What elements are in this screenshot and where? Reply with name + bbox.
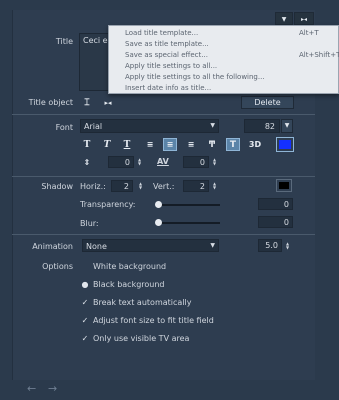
forward-arrow-icon[interactable]: →: [48, 382, 57, 395]
italic-icon[interactable]: T: [100, 138, 114, 151]
transparency-field[interactable]: 0: [258, 198, 293, 210]
options-label: Options: [42, 262, 73, 271]
horiz-stepper[interactable]: ▲ ▼: [137, 180, 144, 191]
kerning-stepper[interactable]: ▲ ▼: [211, 156, 218, 167]
underline-icon[interactable]: T: [120, 138, 134, 151]
shadow-color-fill: [279, 182, 289, 189]
kerning-label: AV: [157, 157, 169, 166]
separator: [12, 176, 315, 177]
horiz-label: Horiz.:: [80, 182, 106, 191]
animation-duration-field[interactable]: 5.0: [258, 239, 282, 252]
break-text-label: Break text automatically: [93, 298, 192, 307]
animation-duration-stepper[interactable]: ▲ ▼: [284, 240, 291, 251]
transparency-slider-knob[interactable]: [155, 201, 162, 208]
vertical-fit-icon[interactable]: ⌶: [80, 96, 94, 109]
white-background-label: White background: [93, 262, 167, 271]
menu-dropdown-button[interactable]: ▼: [275, 12, 293, 25]
font-color-swatch[interactable]: [276, 137, 294, 152]
chevron-down-icon: ▼: [210, 242, 215, 249]
menu-item-save-special-effect[interactable]: Save as special effect...: [125, 51, 208, 59]
font-family-select[interactable]: Arial ▼: [80, 119, 219, 133]
title-object-label: Title object: [28, 98, 73, 107]
font-size-dropdown[interactable]: ▼: [281, 119, 293, 133]
resize-button[interactable]: ▸◂: [294, 12, 314, 25]
blur-label: Blur:: [80, 219, 99, 228]
transparency-label: Transparency:: [80, 200, 136, 209]
align-right-icon[interactable]: ≡: [184, 138, 198, 151]
horizontal-fit-icon[interactable]: ▸◂: [101, 96, 115, 109]
menu-item-apply-to-following[interactable]: Apply title settings to all the followin…: [125, 73, 265, 81]
visible-tv-area-label: Only use visible TV area: [93, 334, 190, 343]
line-spacing-field[interactable]: 0: [108, 156, 134, 168]
animation-select[interactable]: None ▼: [82, 239, 219, 252]
menu-item-save-template[interactable]: Save as title template...: [125, 40, 209, 48]
font-label: Font: [55, 123, 73, 132]
menu-item-load-template[interactable]: Load title template...: [125, 29, 198, 37]
line-spacing-stepper[interactable]: ▲ ▼: [136, 156, 143, 167]
animation-label: Animation: [32, 242, 73, 251]
bold-icon[interactable]: T: [80, 138, 94, 151]
font-color-fill: [279, 140, 291, 149]
menu-shortcut: Alt+Shift+T: [299, 51, 339, 59]
align-left-icon[interactable]: ≡: [143, 138, 157, 151]
black-background-label: Black background: [93, 280, 165, 289]
blur-slider-track[interactable]: [158, 222, 220, 224]
shadow-label: Shadow: [41, 182, 73, 191]
shadow-text-icon[interactable]: T: [226, 138, 240, 151]
vert-label: Vert.:: [153, 182, 175, 191]
blur-slider-knob[interactable]: [155, 219, 162, 226]
line-spacing-icon: ⇕: [83, 158, 91, 167]
footer-bar: ← →: [0, 380, 339, 400]
separator: [12, 114, 315, 115]
horiz-field[interactable]: 2: [111, 180, 133, 192]
title-label: Title: [55, 37, 73, 46]
shadow-color-swatch[interactable]: [276, 179, 292, 192]
chevron-down-icon: ▼: [210, 122, 215, 129]
menu-item-apply-to-all[interactable]: Apply title settings to all...: [125, 62, 217, 70]
vert-field[interactable]: 2: [183, 180, 209, 192]
title-text-field[interactable]: Ceci es: [79, 33, 109, 91]
vert-stepper[interactable]: ▲ ▼: [211, 180, 218, 191]
adjust-font-size-label: Adjust font size to fit title field: [93, 316, 214, 325]
kerning-field[interactable]: 0: [183, 156, 209, 168]
adjust-font-size-checkbox[interactable]: ✓: [80, 316, 90, 325]
menu-shortcut: Alt+T: [299, 29, 319, 37]
break-text-checkbox[interactable]: ✓: [80, 298, 90, 307]
back-arrow-icon[interactable]: ←: [27, 382, 36, 395]
separator: [12, 234, 315, 235]
visible-tv-area-checkbox[interactable]: ✓: [80, 334, 90, 343]
transparency-slider-track[interactable]: [158, 204, 220, 206]
font-size-field[interactable]: 82: [244, 119, 280, 133]
menu-item-insert-date[interactable]: Insert date info as title...: [125, 84, 211, 92]
3d-text-button[interactable]: 3D: [247, 138, 263, 151]
black-background-radio[interactable]: ●: [80, 280, 90, 289]
delete-button[interactable]: Delete: [241, 96, 294, 109]
align-center-icon[interactable]: ≡: [163, 138, 177, 151]
outline-text-icon[interactable]: ͳ: [205, 138, 219, 151]
title-context-menu: Load title template... Alt+T Save as tit…: [108, 25, 339, 94]
blur-field[interactable]: 0: [258, 216, 293, 228]
